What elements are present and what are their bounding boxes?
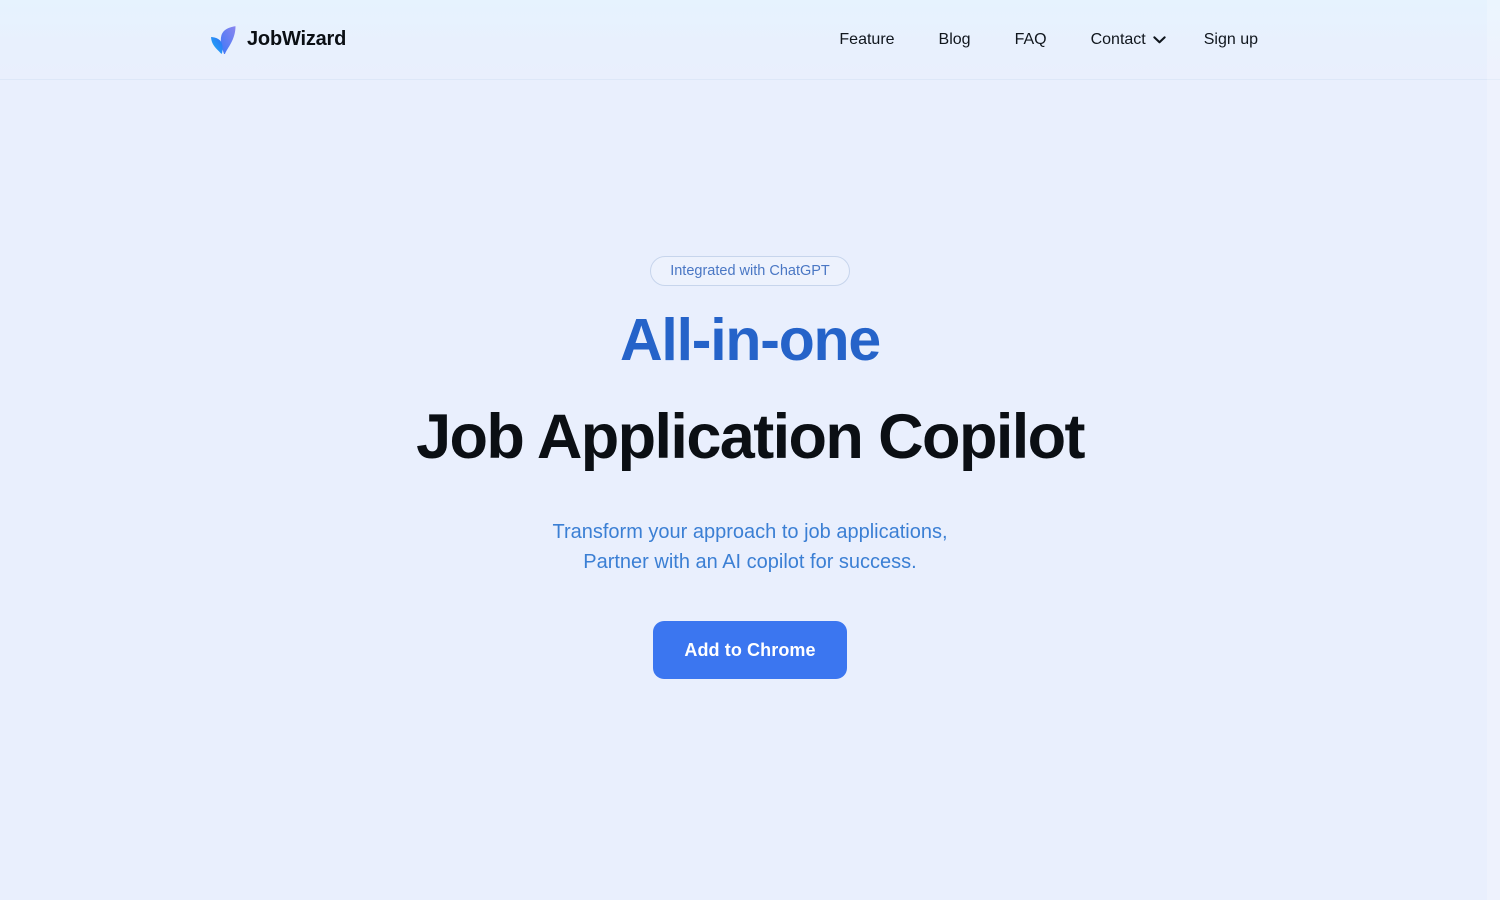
hero-subtitle: Transform your approach to job applicati… (552, 517, 947, 577)
nav-item-contact[interactable]: Contact (1069, 25, 1182, 55)
nav-item-label: Contact (1090, 30, 1146, 48)
nav-item-blog[interactable]: Blog (917, 25, 993, 55)
brand-name: JobWizard (247, 28, 347, 50)
nav-item-feature[interactable]: Feature (817, 25, 916, 55)
site-header: JobWizard Feature Blog FAQ Contact Sign … (0, 0, 1500, 80)
hero-subtitle-line-2: Partner with an AI copilot for success. (583, 551, 917, 574)
add-to-chrome-button[interactable]: Add to Chrome (653, 621, 847, 680)
jobwizard-leaf-logo-icon (211, 25, 236, 54)
hero-title-accent: All-in-one (619, 307, 881, 373)
nav-item-label: Feature (839, 30, 895, 48)
nav-item-label: Sign up (1203, 30, 1258, 48)
nav-item-label: Blog (938, 30, 971, 48)
landing-page: JobWizard Feature Blog FAQ Contact Sign … (0, 0, 1500, 900)
main-navigation: Feature Blog FAQ Contact Sign up (817, 25, 1280, 55)
integration-badge[interactable]: Integrated with ChatGPT (650, 256, 850, 286)
leaf-right-shape (220, 25, 236, 54)
brand-logo-link[interactable]: JobWizard (210, 25, 346, 55)
chevron-down-icon (1153, 35, 1166, 43)
page-title: Job Application Copilot (416, 401, 1085, 472)
hero-subtitle-line-1: Transform your approach to job applicati… (552, 521, 948, 544)
hero-section: Integrated with ChatGPT All-in-one Job A… (0, 80, 1500, 900)
nav-item-label: FAQ (1014, 30, 1047, 48)
nav-item-faq[interactable]: FAQ (993, 25, 1069, 55)
nav-item-sign-up[interactable]: Sign up (1182, 25, 1280, 55)
